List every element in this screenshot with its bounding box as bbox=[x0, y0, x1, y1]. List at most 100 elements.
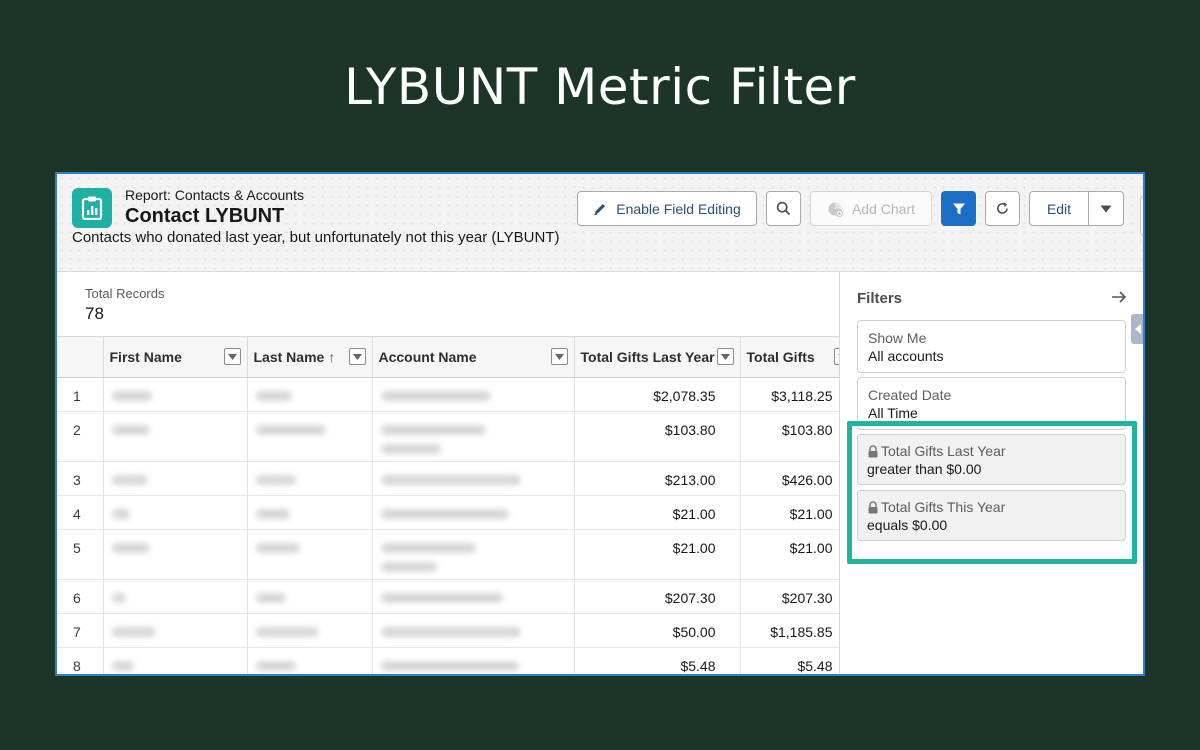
report-table: First Name Last Name ↑ Account Name Tota… bbox=[57, 336, 839, 674]
search-button[interactable] bbox=[766, 191, 801, 226]
row-number: 1 bbox=[57, 377, 104, 412]
table-row[interactable]: 1 $2,078.35 $3,118.25 bbox=[57, 377, 839, 412]
last-name-cell bbox=[247, 529, 373, 580]
first-name-cell bbox=[103, 613, 248, 648]
total-records: Total Records 78 bbox=[85, 286, 164, 324]
pencil-icon bbox=[593, 202, 607, 216]
last-name-cell bbox=[247, 579, 373, 614]
total-gifts-cell: $103.80 bbox=[740, 411, 839, 462]
row-number: 5 bbox=[57, 529, 104, 580]
total-gifts-last-year-cell: $213.00 bbox=[574, 461, 741, 496]
filter-button[interactable] bbox=[941, 191, 976, 226]
first-name-cell bbox=[103, 579, 248, 614]
enable-field-editing-button[interactable]: Enable Field Editing bbox=[577, 191, 757, 226]
edit-menu-button[interactable] bbox=[1088, 191, 1124, 226]
first-name-cell bbox=[103, 529, 248, 580]
chevron-down-icon bbox=[1100, 205, 1112, 213]
column-dropdown-icon[interactable] bbox=[348, 348, 366, 366]
total-gifts-cell: $426.00 bbox=[740, 461, 839, 496]
total-gifts-cell: $21.00 bbox=[740, 495, 839, 530]
column-header-last-name[interactable]: Last Name ↑ bbox=[247, 337, 373, 378]
panel-collapse-tab[interactable] bbox=[1131, 314, 1143, 344]
table-row[interactable]: 4 $21.00 $21.00 bbox=[57, 495, 839, 530]
sort-ascending-icon: ↑ bbox=[328, 348, 336, 365]
total-gifts-cell: $207.30 bbox=[740, 579, 839, 614]
row-number: 8 bbox=[57, 647, 104, 674]
account-name-cell bbox=[372, 411, 575, 462]
account-name-cell bbox=[372, 461, 575, 496]
filter-show-me[interactable]: Show Me All accounts bbox=[857, 320, 1126, 373]
total-records-label: Total Records bbox=[85, 286, 165, 301]
filter-value: All Time bbox=[868, 405, 918, 421]
total-gifts-last-year-cell: $50.00 bbox=[574, 613, 741, 648]
arrow-right-icon[interactable] bbox=[1111, 290, 1127, 309]
column-label: First Name bbox=[109, 348, 182, 365]
refresh-icon bbox=[995, 201, 1010, 216]
column-header-account-name[interactable]: Account Name bbox=[372, 337, 575, 378]
enable-field-editing-label: Enable Field Editing bbox=[616, 200, 741, 217]
column-label: Last Name bbox=[253, 348, 325, 365]
table-row[interactable]: 2 $103.80 $103.80 bbox=[57, 411, 839, 462]
column-label: Total Gifts bbox=[746, 348, 815, 365]
refresh-button[interactable] bbox=[985, 191, 1020, 226]
overflow-button[interactable] bbox=[1140, 196, 1143, 236]
filter-label: Show Me bbox=[868, 330, 927, 346]
last-name-cell bbox=[247, 461, 373, 496]
first-name-cell bbox=[103, 647, 248, 674]
column-dropdown-icon[interactable] bbox=[223, 348, 241, 366]
account-name-cell bbox=[372, 529, 575, 580]
filter-value: All accounts bbox=[868, 348, 944, 364]
column-label: Total Gifts Last Year bbox=[580, 348, 715, 365]
filter-label: Created Date bbox=[868, 387, 952, 403]
row-number-header bbox=[57, 337, 104, 378]
report-header: Report: Contacts & Accounts Contact LYBU… bbox=[57, 174, 1143, 272]
column-label: Account Name bbox=[378, 348, 477, 365]
total-records-value: 78 bbox=[85, 304, 104, 323]
filters-title: Filters bbox=[857, 290, 903, 307]
first-name-cell bbox=[103, 377, 248, 412]
total-gifts-last-year-cell: $207.30 bbox=[574, 579, 741, 614]
table-header-row: First Name Last Name ↑ Account Name Tota… bbox=[57, 337, 839, 378]
total-gifts-last-year-cell: $5.48 bbox=[574, 647, 741, 674]
report-icon bbox=[72, 188, 112, 228]
first-name-cell bbox=[103, 411, 248, 462]
last-name-cell bbox=[247, 647, 373, 674]
last-name-cell bbox=[247, 377, 373, 412]
column-header-first-name[interactable]: First Name bbox=[103, 337, 248, 378]
last-name-cell bbox=[247, 495, 373, 530]
column-dropdown-icon[interactable] bbox=[550, 348, 568, 366]
table-row[interactable]: 8 $5.48 $5.48 bbox=[57, 647, 839, 674]
filter-icon bbox=[952, 202, 966, 216]
add-chart-label: Add Chart bbox=[851, 200, 916, 217]
row-number: 4 bbox=[57, 495, 104, 530]
first-name-cell bbox=[103, 495, 248, 530]
row-number: 7 bbox=[57, 613, 104, 648]
total-gifts-cell: $1,185.85 bbox=[740, 613, 839, 648]
total-gifts-last-year-cell: $21.00 bbox=[574, 529, 741, 580]
last-name-cell bbox=[247, 411, 373, 462]
report-type-label: Report: Contacts & Accounts bbox=[125, 187, 304, 203]
total-gifts-cell: $3,118.25 bbox=[740, 377, 839, 412]
row-number: 6 bbox=[57, 579, 104, 614]
table-row[interactable]: 7 $50.00 $1,185.85 bbox=[57, 613, 839, 648]
row-number: 2 bbox=[57, 411, 104, 462]
total-gifts-cell: $21.00 bbox=[740, 529, 839, 580]
filters-panel: Filters Show Me All accounts Created Dat… bbox=[839, 272, 1143, 674]
last-name-cell bbox=[247, 613, 373, 648]
edit-button[interactable]: Edit bbox=[1029, 191, 1089, 226]
account-name-cell bbox=[372, 613, 575, 648]
table-row[interactable]: 3 $213.00 $426.00 bbox=[57, 461, 839, 496]
account-name-cell bbox=[372, 579, 575, 614]
total-gifts-last-year-cell: $103.80 bbox=[574, 411, 741, 462]
column-dropdown-icon[interactable] bbox=[716, 348, 734, 366]
add-chart-icon bbox=[827, 201, 843, 217]
account-name-cell bbox=[372, 647, 575, 674]
column-header-total-gifts[interactable]: Total Gifts bbox=[740, 337, 839, 378]
total-gifts-cell: $5.48 bbox=[740, 647, 839, 674]
highlight-box bbox=[847, 421, 1137, 564]
column-header-total-gifts-last-year[interactable]: Total Gifts Last Year bbox=[574, 337, 741, 378]
add-chart-button[interactable]: Add Chart bbox=[810, 191, 932, 226]
table-row[interactable]: 6 $207.30 $207.30 bbox=[57, 579, 839, 614]
table-row[interactable]: 5 $21.00 $21.00 bbox=[57, 529, 839, 580]
row-number: 3 bbox=[57, 461, 104, 496]
